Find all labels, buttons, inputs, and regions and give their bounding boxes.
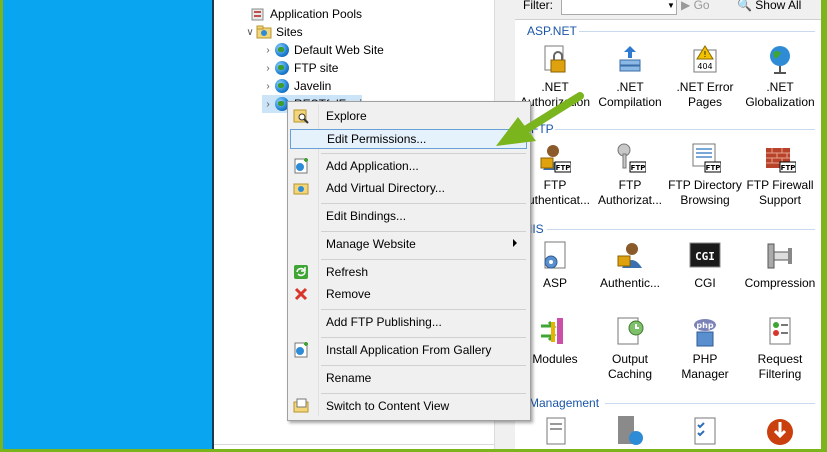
annotation-arrow-icon	[496, 92, 584, 146]
